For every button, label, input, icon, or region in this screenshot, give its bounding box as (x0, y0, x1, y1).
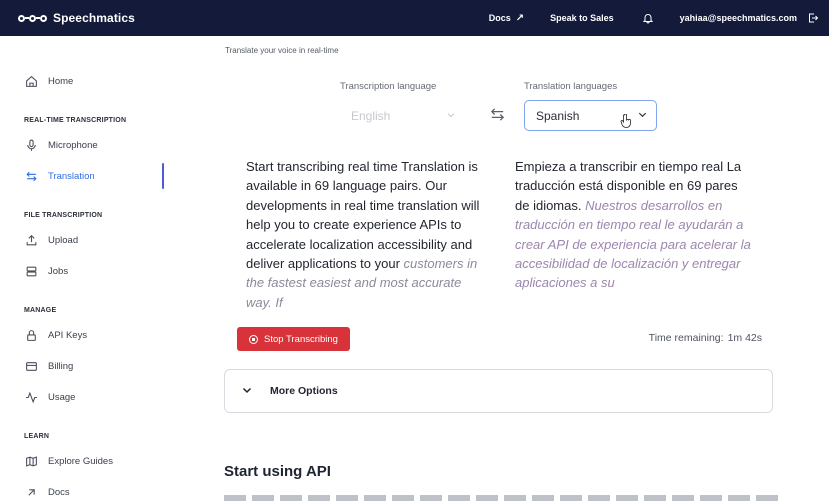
sidebar-item-label: Billing (48, 360, 74, 372)
sidebar-item-label: Docs (48, 486, 70, 498)
sidebar-item-billing[interactable]: Billing (24, 357, 73, 375)
sidebar-item-explore-guides[interactable]: Explore Guides (24, 452, 113, 470)
spanish-translation: Empieza a transcribir en tiempo real La … (515, 157, 755, 293)
sidebar-item-label: API Keys (48, 329, 88, 341)
sidebar-item-label: Microphone (48, 139, 98, 151)
transcription-language-select: English (341, 103, 466, 129)
microphone-icon (24, 138, 38, 152)
lock-icon (24, 328, 38, 342)
map-icon (24, 454, 38, 468)
translation-language-select[interactable]: Spanish (524, 100, 657, 131)
api-section-heading: Start using API (224, 463, 331, 480)
chevron-down-icon (241, 384, 253, 399)
sidebar: Home REAL-TIME TRANSCRIPTION Microphone … (0, 36, 200, 501)
sidebar-item-label: Upload (48, 234, 79, 246)
docs-link[interactable]: Docs ↗ (489, 13, 524, 24)
section-heading-realtime: REAL-TIME TRANSCRIPTION (24, 117, 127, 124)
main-content: Translate your voice in real-time Transc… (200, 36, 829, 501)
logout-icon[interactable] (807, 12, 819, 24)
active-indicator (162, 163, 164, 189)
api-section-text-cutoff (224, 495, 784, 501)
stack-icon (24, 264, 38, 278)
sidebar-item-upload[interactable]: Upload (24, 231, 78, 249)
chevron-down-icon (446, 109, 456, 123)
page-subtitle: Translate your voice in real-time (225, 46, 339, 55)
sidebar-item-usage[interactable]: Usage (24, 388, 75, 406)
chevron-down-icon (637, 109, 648, 123)
home-icon (24, 74, 38, 88)
transcript-final-text: Start transcribing real time Translation… (246, 159, 480, 272)
sidebar-item-microphone[interactable]: Microphone (24, 136, 98, 154)
sidebar-item-jobs[interactable]: Jobs (24, 262, 68, 280)
time-remaining: Time remaining: 1m 42s (649, 332, 762, 344)
brand-name: Speechmatics (53, 11, 135, 25)
user-email[interactable]: yahiaa@speechmatics.com (680, 13, 797, 23)
sidebar-item-label: Jobs (48, 265, 69, 277)
sidebar-item-label: Translation (48, 170, 95, 182)
swap-languages-icon[interactable] (489, 106, 506, 128)
transcription-language-value: English (351, 109, 391, 123)
speechmatics-logo-icon (18, 14, 47, 22)
brand-logo[interactable]: Speechmatics (18, 11, 135, 25)
stop-button-label: Stop Transcribing (264, 333, 338, 345)
section-heading-manage: MANAGE (24, 307, 57, 314)
docs-link-label: Docs (488, 13, 511, 23)
section-heading-learn: LEARN (24, 433, 50, 440)
translation-language-value: Spanish (536, 108, 580, 123)
upload-icon (24, 233, 38, 247)
sidebar-item-label: Explore Guides (48, 455, 113, 467)
swap-arrows-icon (24, 169, 38, 183)
transcription-language-label: Transcription language (340, 81, 437, 92)
more-options-label: More Options (270, 385, 338, 397)
stop-circle-icon (249, 334, 259, 344)
sidebar-item-label: Home (48, 75, 74, 87)
time-remaining-label: Time remaining: (648, 332, 724, 344)
top-navigation-bar: Speechmatics Docs ↗ Speak to Sales yahia… (0, 0, 829, 36)
section-heading-file: FILE TRANSCRIPTION (24, 212, 103, 219)
sidebar-item-api-keys[interactable]: API Keys (24, 326, 87, 344)
stop-transcribing-button[interactable]: Stop Transcribing (237, 327, 350, 351)
arrow-up-right-icon (24, 485, 38, 499)
english-transcript: Start transcribing real time Translation… (246, 157, 486, 312)
translation-languages-label: Translation languages (524, 81, 618, 92)
time-remaining-value: 1m 42s (727, 332, 762, 344)
activity-icon (24, 390, 38, 404)
sidebar-item-translation[interactable]: Translation (24, 167, 95, 185)
speak-to-sales-link[interactable]: Speak to Sales (550, 13, 614, 23)
more-options-accordion[interactable]: More Options (224, 369, 773, 413)
credit-card-icon (24, 359, 38, 373)
sidebar-item-docs[interactable]: Docs (24, 483, 70, 501)
sidebar-item-label: Usage (48, 391, 76, 403)
external-arrow-icon: ↗ (515, 12, 525, 24)
hand-pointer-icon (620, 113, 632, 131)
bell-icon[interactable] (642, 12, 654, 24)
sidebar-item-home[interactable]: Home (24, 72, 73, 90)
